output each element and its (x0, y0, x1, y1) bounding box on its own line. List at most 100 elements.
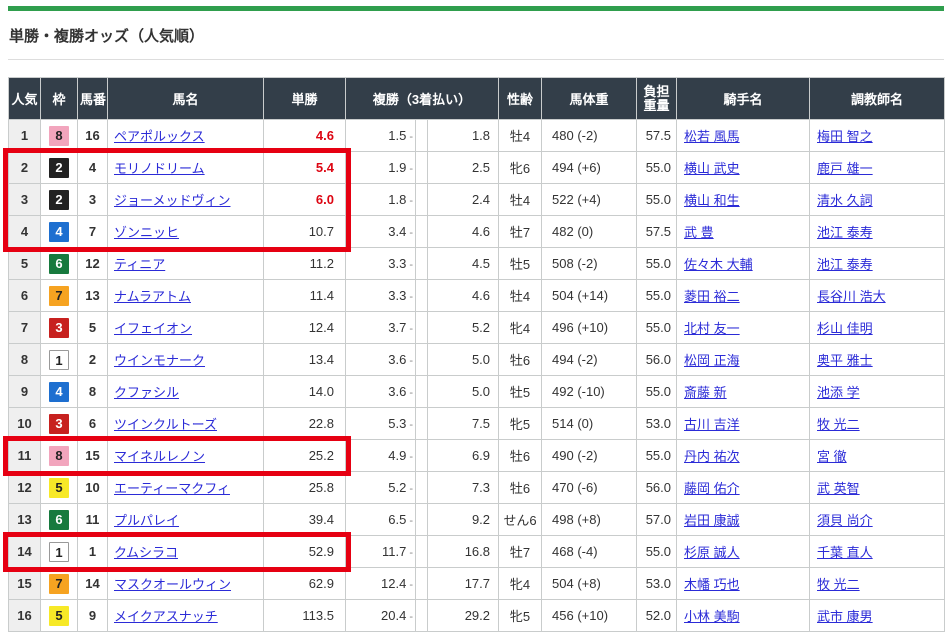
frame-number-badge: 1 (49, 542, 69, 562)
place-odds-high-cell: 4.6 (428, 216, 499, 248)
horse-name-link[interactable]: クムシラコ (114, 545, 178, 560)
jockey-link[interactable]: 菱田 裕二 (684, 289, 740, 304)
table-row: 11815マイネルレノン25.24.9-6.9牡6490 (-2)55.0丹内 … (9, 440, 945, 472)
jockey-link[interactable]: 小林 美駒 (684, 609, 740, 624)
trainer-cell: 牧 光二 (810, 568, 945, 600)
horse-name-link[interactable]: マスクオールウィン (114, 577, 231, 592)
trainer-link[interactable]: 武 英智 (817, 481, 860, 496)
jockey-link[interactable]: 斎藤 新 (684, 385, 727, 400)
jockey-link[interactable]: 松若 風馬 (684, 129, 740, 144)
carried-weight-cell: 56.0 (637, 344, 677, 376)
jockey-cell: 岩田 康誠 (677, 504, 810, 536)
trainer-cell: 長谷川 浩大 (810, 280, 945, 312)
trainer-link[interactable]: 長谷川 浩大 (817, 289, 886, 304)
trainer-link[interactable]: 清水 久詞 (817, 193, 873, 208)
trainer-link[interactable]: 鹿戸 雄一 (817, 161, 873, 176)
place-odds-divider-cell (416, 376, 428, 408)
place-odds-high-cell: 4.6 (428, 280, 499, 312)
rank-cell: 13 (9, 504, 41, 536)
horse-name-link[interactable]: ティニア (114, 257, 165, 272)
horse-weight-cell: 492 (-10) (542, 376, 637, 408)
win-odds-cell: 39.4 (264, 504, 346, 536)
horse-name-link[interactable]: ウインモナーク (114, 353, 205, 368)
trainer-link[interactable]: 杉山 佳明 (817, 321, 873, 336)
frame-number-badge: 3 (49, 414, 69, 434)
rank-cell: 14 (9, 536, 41, 568)
trainer-cell: 武 英智 (810, 472, 945, 504)
horse-name-link[interactable]: ジョーメッドヴィン (114, 193, 230, 208)
frame-number-badge: 5 (49, 478, 69, 498)
horse-name-link[interactable]: ペアポルックス (114, 129, 205, 144)
jockey-cell: 杉原 誠人 (677, 536, 810, 568)
horse-name-link[interactable]: イフェイオン (114, 321, 192, 336)
place-odds-low-cell: 12.4- (346, 568, 416, 600)
place-odds-high-cell: 7.3 (428, 472, 499, 504)
carried-weight-cell: 55.0 (637, 440, 677, 472)
frame-number-badge: 1 (49, 350, 69, 370)
trainer-link[interactable]: 宮 徹 (817, 449, 847, 464)
frame-cell: 6 (41, 504, 78, 536)
page-title: 単勝・複勝オッズ（人気順） (9, 25, 944, 46)
frame-cell: 3 (41, 408, 78, 440)
horse-weight-cell: 522 (+4) (542, 184, 637, 216)
trainer-cell: 須貝 尚介 (810, 504, 945, 536)
trainer-link[interactable]: 武市 康男 (817, 609, 873, 624)
frame-number-badge: 6 (49, 254, 69, 274)
horse-name-link[interactable]: クファシル (114, 385, 179, 400)
frame-number-badge: 2 (49, 190, 69, 210)
trainer-link[interactable]: 須貝 尚介 (817, 513, 873, 528)
jockey-link[interactable]: 岩田 康誠 (684, 513, 740, 528)
jockey-link[interactable]: 藤岡 佑介 (684, 481, 740, 496)
horse-name-link[interactable]: プルパレイ (114, 513, 179, 528)
trainer-link[interactable]: 池添 学 (817, 385, 860, 400)
jockey-link[interactable]: 横山 武史 (684, 161, 740, 176)
title-divider (8, 59, 944, 60)
trainer-link[interactable]: 牧 光二 (817, 417, 860, 432)
sex-age-cell: 牡6 (499, 344, 542, 376)
jockey-link[interactable]: 丹内 祐次 (684, 449, 740, 464)
jockey-link[interactable]: 古川 吉洋 (684, 417, 740, 432)
jockey-link[interactable]: 木幡 巧也 (684, 577, 740, 592)
rank-cell: 4 (9, 216, 41, 248)
win-odds-cell: 12.4 (264, 312, 346, 344)
header-carried-line1: 負担 (639, 85, 674, 99)
horse-name-cell: イフェイオン (108, 312, 264, 344)
jockey-link[interactable]: 横山 和生 (684, 193, 740, 208)
header-frame: 枠 (41, 78, 78, 120)
horse-name-link[interactable]: ナムラアトム (114, 289, 191, 304)
place-odds-high-cell: 29.2 (428, 600, 499, 632)
sex-age-cell: 牡7 (499, 216, 542, 248)
jockey-link[interactable]: 佐々木 大輔 (684, 257, 753, 272)
jockey-link[interactable]: 松岡 正海 (684, 353, 740, 368)
horse-name-cell: クムシラコ (108, 536, 264, 568)
horse-name-link[interactable]: メイクアスナッチ (114, 609, 218, 624)
table-row: 5612ティニア11.23.3-4.5牡5508 (-2)55.0佐々木 大輔池… (9, 248, 945, 280)
sex-age-cell: 牝4 (499, 568, 542, 600)
jockey-link[interactable]: 北村 友一 (684, 321, 740, 336)
trainer-link[interactable]: 池江 泰寿 (817, 225, 873, 240)
horse-name-link[interactable]: ツインクルトーズ (114, 417, 217, 432)
trainer-link[interactable]: 奥平 雅士 (817, 353, 873, 368)
trainer-link[interactable]: 池江 泰寿 (817, 257, 873, 272)
horse-name-link[interactable]: マイネルレノン (114, 449, 205, 464)
place-odds-high-cell: 6.9 (428, 440, 499, 472)
trainer-link[interactable]: 梅田 智之 (817, 129, 873, 144)
place-odds-low-cell: 1.8- (346, 184, 416, 216)
trainer-link[interactable]: 千葉 直人 (817, 545, 873, 560)
jockey-link[interactable]: 武 豊 (684, 225, 714, 240)
table-header: 人気 枠 馬番 馬名 単勝 複勝（3着払い） 性齢 馬体重 負担 重量 騎手名 … (9, 78, 945, 120)
horse-name-link[interactable]: ゾンニッヒ (114, 225, 179, 240)
rank-cell: 1 (9, 120, 41, 152)
jockey-link[interactable]: 杉原 誠人 (684, 545, 740, 560)
frame-cell: 5 (41, 600, 78, 632)
horse-number-cell: 1 (78, 536, 108, 568)
place-odds-divider-cell (416, 184, 428, 216)
horse-number-cell: 9 (78, 600, 108, 632)
trainer-link[interactable]: 牧 光二 (817, 577, 860, 592)
win-odds-cell: 25.2 (264, 440, 346, 472)
horse-name-link[interactable]: モリノドリーム (114, 161, 205, 176)
frame-cell: 4 (41, 376, 78, 408)
place-odds-divider-cell (416, 120, 428, 152)
sex-age-cell: 牡4 (499, 120, 542, 152)
horse-name-link[interactable]: エーティーマクフィ (114, 481, 230, 496)
